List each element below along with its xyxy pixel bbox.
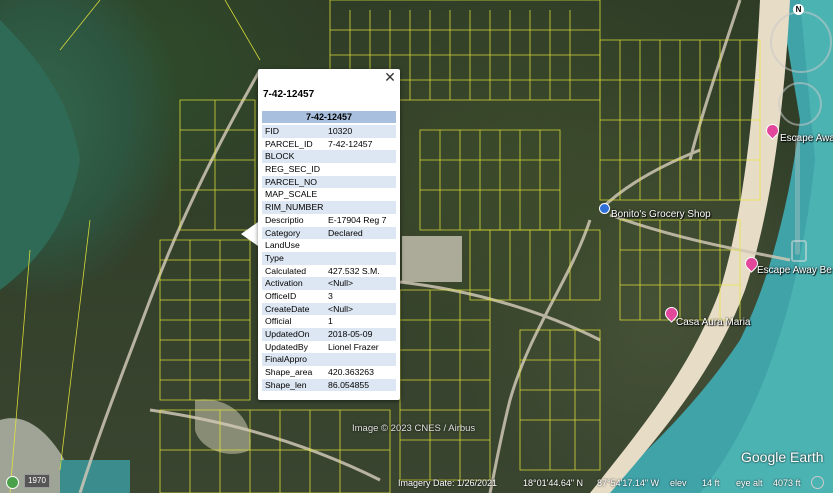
attr-key: Descriptio bbox=[265, 214, 304, 225]
imagery-credit: Image © 2023 CNES / Airbus bbox=[352, 423, 476, 434]
table-row: Type bbox=[262, 251, 396, 265]
table-row: PARCEL_NO bbox=[262, 175, 396, 189]
attr-key: FinalAppro bbox=[265, 354, 308, 365]
attr-key: Shape_area bbox=[265, 367, 313, 378]
eye-altitude-label: eye alt bbox=[736, 478, 763, 488]
attr-value: <Null> bbox=[328, 303, 354, 314]
close-icon[interactable]: ✕ bbox=[383, 70, 397, 84]
table-row: BLOCK bbox=[262, 150, 396, 164]
move-joystick[interactable] bbox=[778, 82, 822, 126]
attr-value: Lionel Frazer bbox=[328, 341, 379, 352]
escape-away-beach-label[interactable]: Escape Away Be bbox=[757, 265, 832, 276]
attr-value: E-17904 Reg 7 bbox=[328, 214, 387, 225]
table-row: Official 1 bbox=[262, 315, 396, 328]
attr-key: PARCEL_ID bbox=[265, 138, 313, 149]
popup-title: 7-42-12457 bbox=[263, 89, 315, 100]
imagery-date: Imagery Date: 1/26/2021 bbox=[398, 478, 498, 488]
zoom-slider-handle[interactable] bbox=[791, 240, 807, 262]
table-row: REG_SEC_ID bbox=[262, 163, 396, 176]
escape-away-label[interactable]: Escape Away bbox=[780, 133, 833, 144]
attr-value: Declared bbox=[328, 227, 363, 238]
attr-value bbox=[328, 252, 396, 265]
attr-value: 7-42-12457 bbox=[328, 138, 373, 149]
attr-key: Activation bbox=[265, 278, 303, 289]
attr-key: PARCEL_NO bbox=[265, 176, 317, 187]
attr-key: UpdatedBy bbox=[265, 341, 308, 352]
longitude-readout: 87°54'17.14" W bbox=[597, 478, 660, 488]
elevation-label: elev bbox=[670, 478, 687, 488]
table-row: Calculated 427.532 S.M. bbox=[262, 265, 396, 278]
google-earth-logo: Google Earth bbox=[741, 449, 824, 465]
table-row: UpdatedBy Lionel Frazer bbox=[262, 341, 396, 354]
attr-value bbox=[328, 176, 396, 189]
table-row: Activation <Null> bbox=[262, 277, 396, 290]
attr-value: 10320 bbox=[328, 126, 353, 136]
attr-value bbox=[328, 150, 396, 163]
attr-key: BLOCK bbox=[265, 151, 295, 162]
eye-altitude-value: 4073 ft bbox=[773, 478, 801, 488]
table-row: RIM_NUMBER bbox=[262, 201, 396, 214]
attr-key: Official bbox=[265, 316, 292, 327]
status-indicator-icon bbox=[811, 476, 824, 489]
table-row: FinalAppro bbox=[262, 353, 396, 367]
attr-key: CreateDate bbox=[265, 303, 310, 314]
casa-aura-maria-label[interactable]: Casa Aura Maria bbox=[676, 317, 750, 328]
attr-key: MAP_SCALE bbox=[265, 189, 318, 200]
attr-value: <Null> bbox=[328, 278, 354, 289]
table-row: PARCEL_ID 7-42-12457 bbox=[262, 138, 396, 151]
look-joystick[interactable] bbox=[770, 11, 832, 73]
attr-key: Shape_len bbox=[265, 379, 307, 390]
satellite-map[interactable]: Bonito's Grocery Shop Escape Away Escape… bbox=[0, 0, 833, 493]
attr-key: Category bbox=[265, 227, 301, 238]
attr-key: Calculated bbox=[265, 265, 307, 276]
attr-key: REG_SEC_ID bbox=[265, 164, 321, 175]
status-bar: Imagery Date: 1/26/2021 18°01'44.64" N 8… bbox=[0, 474, 833, 493]
attr-value: 2018-05-09 bbox=[328, 329, 373, 339]
table-row: CreateDate <Null> bbox=[262, 302, 396, 316]
attr-value bbox=[328, 201, 396, 214]
attr-value: 86.054855 bbox=[328, 379, 370, 390]
elevation-value: 14 ft bbox=[702, 478, 720, 488]
table-row: UpdatedOn 2018-05-09 bbox=[262, 328, 396, 341]
attr-key: OfficeID bbox=[265, 290, 297, 301]
grocery-pin-icon[interactable] bbox=[599, 203, 610, 214]
latitude-readout: 18°01'44.64" N bbox=[523, 478, 584, 488]
attribute-table-header: 7-42-12457 bbox=[262, 111, 396, 123]
attr-key: LandUse bbox=[265, 240, 300, 251]
north-compass-icon[interactable]: N bbox=[793, 4, 804, 15]
attr-value bbox=[328, 188, 396, 201]
attr-value: 3 bbox=[328, 290, 333, 301]
attr-key: UpdatedOn bbox=[265, 329, 310, 339]
attribute-table: FID 10320 PARCEL_ID 7-42-12457 BLOCK REG_S… bbox=[262, 125, 396, 392]
attr-key: RIM_NUMBER bbox=[265, 202, 324, 213]
zoom-slider[interactable] bbox=[795, 135, 800, 255]
attr-value bbox=[328, 239, 396, 252]
attr-value: 420.363263 bbox=[328, 367, 374, 378]
table-row: Category Declared bbox=[262, 226, 396, 240]
popup-pointer bbox=[241, 222, 258, 246]
attr-key: FID bbox=[265, 126, 279, 136]
table-row: Shape_len 86.054855 bbox=[262, 378, 396, 392]
table-row: Shape_area 420.363263 bbox=[262, 366, 396, 379]
attr-value bbox=[328, 353, 396, 366]
attr-key: Type bbox=[265, 252, 284, 263]
attr-value: 1 bbox=[328, 316, 333, 327]
table-row: OfficeID 3 bbox=[262, 290, 396, 303]
grocery-label[interactable]: Bonito's Grocery Shop bbox=[611, 209, 711, 220]
table-row: MAP_SCALE bbox=[262, 188, 396, 201]
attr-value: 427.532 S.M. bbox=[328, 265, 380, 276]
table-row: FID 10320 bbox=[262, 125, 396, 138]
parcel-info-popup: ✕ 7-42-12457 7-42-12457 FID 10320 PARCEL_… bbox=[258, 69, 400, 400]
map-imagery-layer bbox=[0, 0, 833, 493]
table-row: LandUse bbox=[262, 239, 396, 252]
attr-value bbox=[328, 163, 396, 176]
table-row: Descriptio E-17904 Reg 7 bbox=[262, 214, 396, 227]
